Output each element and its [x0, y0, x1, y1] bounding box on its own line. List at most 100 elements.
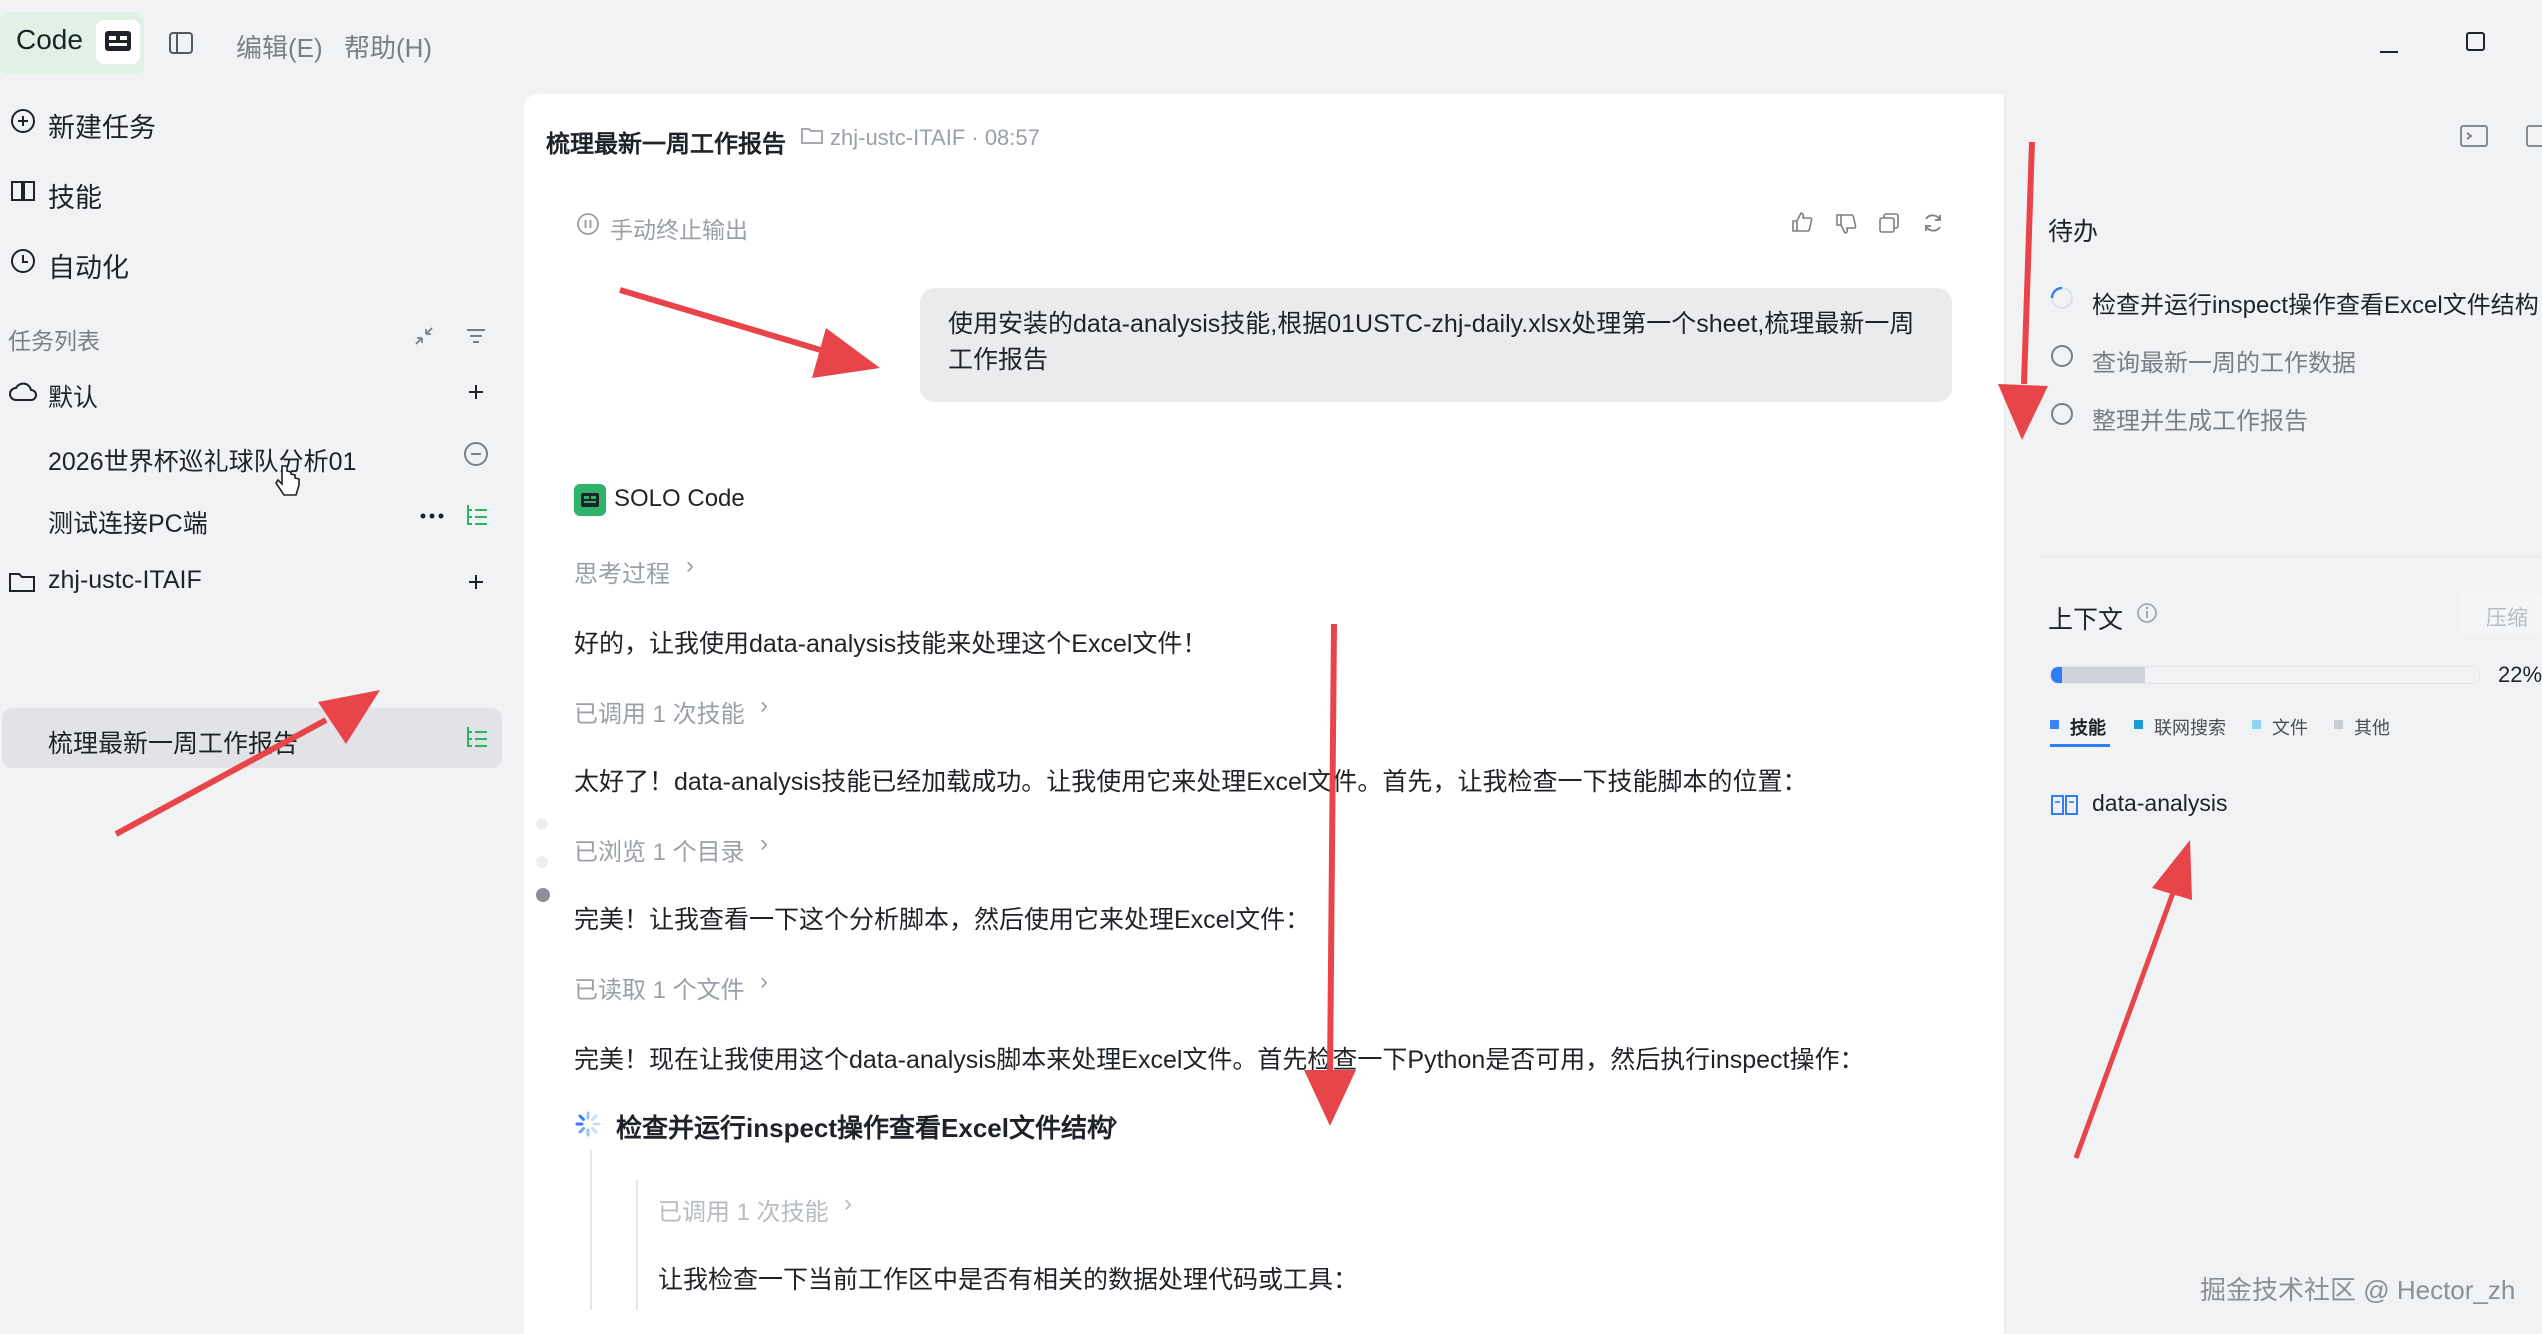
info-icon[interactable] [2136, 602, 2158, 629]
substep-divider [636, 1180, 638, 1310]
agent-message: 好的，让我使用data-analysis技能来处理这个Excel文件！ [574, 630, 1208, 658]
legend-web-search[interactable]: 联网搜索 [2154, 714, 2226, 740]
copy-icon[interactable] [1878, 212, 1900, 239]
main-panel [524, 94, 2004, 1334]
more-icon[interactable] [418, 506, 446, 531]
cursor-icon [272, 462, 302, 507]
skill-book-icon [2050, 792, 2080, 823]
legend-file[interactable]: 文件 [2272, 714, 2308, 740]
legend-skill[interactable]: 技能 [2070, 714, 2106, 740]
scroll-dot-active[interactable] [536, 888, 550, 902]
sub-message: 让我检查一下当前工作区中是否有相关的数据处理代码或工具： [658, 1266, 1359, 1294]
add-task-project-icon[interactable] [464, 570, 488, 599]
context-usage-skill-fill [2051, 667, 2063, 683]
menu-help[interactable]: 帮助(H) [344, 28, 432, 65]
stop-output-button[interactable]: 手动终止输出 [610, 211, 748, 245]
todo-pending-icon [2050, 402, 2074, 431]
chevron-right-icon: › [760, 692, 768, 719]
project-meta: zhj-ustc-ITAIF · 08:57 [830, 125, 1040, 150]
context-heading: 上下文 [2048, 606, 2124, 634]
app-name: Code [16, 24, 83, 55]
solo-code-logo-icon [574, 484, 606, 516]
legend-other[interactable]: 其他 [2354, 714, 2390, 740]
thumbs-down-icon[interactable] [1834, 212, 1858, 241]
chevron-right-icon: › [686, 552, 694, 579]
step-connector [590, 1150, 592, 1310]
todo-heading: 待办 [2048, 218, 2099, 246]
task-item-worldcup[interactable]: 2026世界杯巡礼球队分析01 [48, 442, 356, 478]
legend-swatch-file [2252, 720, 2261, 729]
user-message-text: 使用安装的data-analysis技能,根据01USTC-zhj-daily.… [948, 310, 1915, 374]
menu-edit[interactable]: 编辑(E) [236, 28, 323, 65]
chevron-right-icon: › [1108, 1104, 1118, 1137]
agent-name: SOLO Code [614, 485, 745, 512]
new-task-button[interactable]: 新建任务 [48, 106, 156, 145]
legend-swatch-skill [2050, 720, 2059, 729]
folder-icon [8, 570, 36, 599]
compress-button[interactable]: 压缩 [2460, 592, 2542, 636]
code-mode-icon[interactable] [96, 20, 140, 64]
thumbs-up-icon[interactable] [1790, 210, 1814, 239]
chevron-right-icon: › [844, 1190, 852, 1217]
maximize-icon[interactable] [2466, 32, 2486, 57]
tool-call-skill[interactable]: 已调用 1 次技能 [574, 694, 745, 729]
cloud-icon [8, 380, 38, 409]
agent-message: 太好了！data-analysis技能已经加载成功。让我使用它来处理Excel文… [574, 768, 1808, 796]
task-list-label: 任务列表 [8, 328, 100, 354]
group-default[interactable]: 默认 [48, 378, 98, 414]
panel-divider [2004, 94, 2006, 1334]
context-usage-fill [2051, 667, 2146, 683]
todo-item-3[interactable]: 整理并生成工作报告 [2092, 401, 2308, 436]
context-skill-item[interactable]: data-analysis [2092, 790, 2228, 817]
loading-spinner-icon [574, 1110, 602, 1143]
current-step-title[interactable]: 检查并运行inspect操作查看Excel文件结构 [616, 1108, 1113, 1145]
context-usage-bar [2050, 666, 2480, 684]
tool-call-directory[interactable]: 已浏览 1 个目录 [574, 832, 745, 867]
watermark: 掘金技术社区 @ Hector_zh [2200, 1275, 2516, 1305]
section-divider [2040, 556, 2542, 558]
collapse-icon[interactable] [412, 324, 436, 353]
pause-icon[interactable] [576, 212, 600, 241]
task-item-weekly-report[interactable]: 梳理最新一周工作报告 [48, 724, 298, 760]
agent-message: 完美！让我查看一下这个分析脚本，然后使用它来处理Excel文件： [574, 906, 1311, 934]
thinking-toggle[interactable]: 思考过程 [574, 554, 670, 589]
legend-swatch-web [2134, 720, 2143, 729]
sidebar-toggle-icon[interactable] [168, 30, 194, 61]
legend-swatch-other [2334, 720, 2343, 729]
annotation-arrow [2021, 141, 2035, 385]
scroll-dot[interactable] [536, 818, 548, 830]
terminal-icon[interactable] [2460, 124, 2488, 153]
book-icon [10, 178, 38, 209]
sub-tool-call[interactable]: 已调用 1 次技能 [658, 1192, 829, 1227]
chevron-right-icon: › [760, 968, 768, 995]
title-bar: Code 编辑(E) 帮助(H) [0, 0, 2542, 88]
scroll-dot[interactable] [536, 856, 548, 868]
todo-item-1[interactable]: 检查并运行inspect操作查看Excel文件结构 [2092, 285, 2539, 320]
task-tree-icon[interactable] [464, 502, 490, 533]
compress-label: 压缩 [2486, 607, 2528, 630]
task-tree-icon-active[interactable] [464, 724, 490, 755]
page-title: 梳理最新一周工作报告 [546, 131, 786, 158]
agent-message: 完美！现在让我使用这个data-analysis脚本来处理Excel文件。首先检… [574, 1046, 1865, 1074]
skills-button[interactable]: 技能 [48, 176, 102, 215]
minimize-icon[interactable] [2380, 42, 2400, 60]
legend-active-underline [2050, 744, 2110, 747]
clock-icon [10, 248, 36, 279]
filter-icon[interactable] [464, 324, 488, 353]
annotation-arrow [2073, 889, 2177, 1159]
todo-pending-icon [2050, 344, 2074, 373]
todo-running-icon [2050, 286, 2074, 315]
chevron-right-icon: › [760, 830, 768, 857]
folder-small-icon [800, 126, 824, 151]
task-item-pc-test[interactable]: 测试连接PC端 [48, 504, 208, 540]
refresh-icon[interactable] [1922, 212, 1944, 239]
add-task-default-icon[interactable] [464, 380, 488, 409]
plus-circle-icon [10, 108, 36, 139]
tool-call-file[interactable]: 已读取 1 个文件 [574, 970, 745, 1005]
todo-item-2[interactable]: 查询最新一周的工作数据 [2092, 343, 2356, 378]
group-project[interactable]: zhj-ustc-ITAIF [48, 566, 202, 595]
context-usage-percent: 22% [2498, 662, 2542, 687]
automation-button[interactable]: 自动化 [48, 246, 129, 285]
minus-circle-icon[interactable] [462, 440, 490, 473]
panel-toggle-icon[interactable] [2526, 124, 2542, 153]
